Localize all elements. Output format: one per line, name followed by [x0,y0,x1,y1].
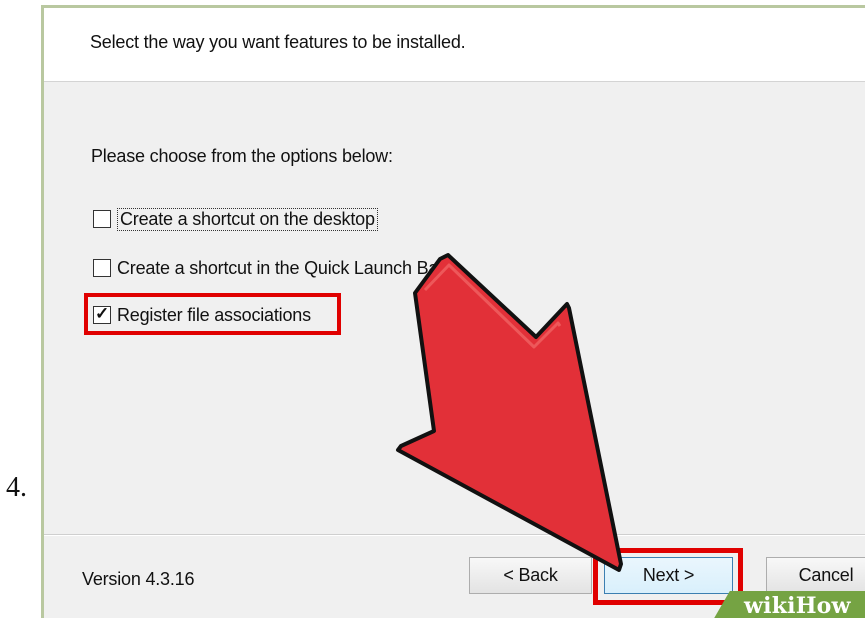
cancel-button[interactable]: Cancel [766,557,865,594]
register-file-associations-highlight [84,293,341,335]
dialog-header: Select the way you want features to be i… [44,8,865,82]
quick-launch-shortcut-label: Create a shortcut in the Quick Launch Ba… [117,257,444,278]
wikihow-watermark-text: wikiHow [744,593,851,618]
desktop-shortcut-option[interactable]: Create a shortcut on the desktop [93,206,378,232]
version-label: Version 4.3.16 [82,569,195,589]
installer-dialog-screenshot: Select the way you want features to be i… [41,5,865,618]
quick-launch-shortcut-option[interactable]: Create a shortcut in the Quick Launch Ba… [93,255,444,281]
desktop-shortcut-checkbox[interactable] [93,210,111,228]
header-text: Select the way you want features to be i… [90,32,466,52]
dialog-body: Please choose from the options below: Cr… [44,82,865,534]
quick-launch-shortcut-checkbox[interactable] [93,259,111,277]
footer-divider-highlight [44,535,865,536]
step-number: 4. [6,472,27,503]
desktop-shortcut-label: Create a shortcut on the desktop [117,207,378,231]
back-button[interactable]: < Back [469,557,592,594]
instruction-image: 4. Select the way you want features to b… [0,0,865,618]
instruction-text: Please choose from the options below: [91,146,393,166]
next-button-highlight [593,548,743,605]
